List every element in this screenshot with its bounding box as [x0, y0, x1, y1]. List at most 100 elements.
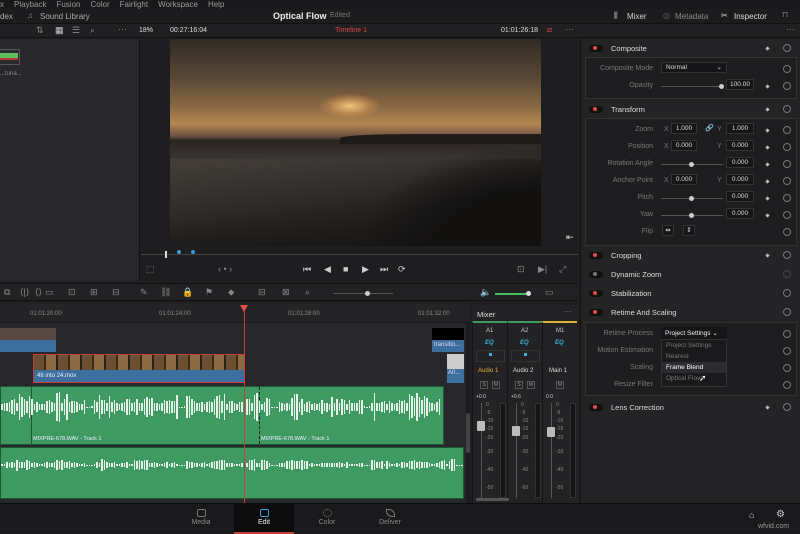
menu-item[interactable]: Fusion	[56, 0, 80, 9]
menu-item[interactable]: Workspace	[158, 0, 198, 9]
zoom-level[interactable]: 18%	[139, 27, 153, 34]
link-icon[interactable]: ⛓	[160, 287, 171, 298]
reset-icon[interactable]	[783, 44, 791, 52]
section-cropping[interactable]: Cropping	[585, 246, 797, 264]
skip-start-icon[interactable]: ⏮	[303, 264, 311, 275]
section-retime[interactable]: Retime And Scaling	[585, 303, 797, 321]
reset-icon[interactable]	[783, 251, 791, 259]
composite-mode-dropdown[interactable]: Normal ⌄	[661, 62, 727, 73]
play-icon[interactable]: ▶	[362, 264, 369, 275]
keyframe-icon[interactable]	[765, 106, 770, 112]
reset-icon[interactable]	[783, 228, 791, 236]
menu-option[interactable]: Optical Flow	[662, 373, 726, 384]
timeline-scrollbar[interactable]	[466, 323, 470, 503]
mixer-button[interactable]: Mixer	[627, 12, 647, 21]
inspector-button[interactable]: Inspector	[734, 12, 767, 21]
pan-control[interactable]	[476, 350, 505, 362]
mute-button[interactable]: M	[527, 381, 535, 389]
pan-control[interactable]	[511, 350, 540, 362]
keyframe-icon[interactable]	[765, 45, 770, 51]
composite-toggle[interactable]	[589, 44, 603, 52]
playhead[interactable]	[244, 305, 245, 503]
page-media[interactable]: Media	[171, 504, 231, 534]
anchor-x-field[interactable]: 0.000	[671, 174, 697, 185]
dynamic-zoom-toggle[interactable]	[589, 270, 603, 278]
volume-slider[interactable]	[495, 293, 527, 295]
solo-button[interactable]: S	[515, 381, 523, 389]
menu-item[interactable]: Help	[208, 0, 224, 9]
zoom-slider[interactable]	[333, 293, 393, 294]
menu-item[interactable]: Fairlight	[120, 0, 148, 9]
opacity-field[interactable]: 100.00	[726, 79, 754, 90]
mute-button[interactable]: M	[556, 381, 564, 389]
stop-icon[interactable]: ■	[343, 264, 348, 274]
reset-icon[interactable]	[783, 270, 791, 278]
next-edit-icon[interactable]: ▶|	[538, 264, 547, 275]
reset-icon[interactable]	[783, 347, 791, 355]
timeline-ruler[interactable]: 01:01:20:00 01:01:24:00 01:01:28:00 01:0…	[0, 303, 470, 323]
menu-item[interactable]: x	[0, 0, 4, 9]
reset-icon[interactable]	[783, 143, 791, 151]
reset-icon[interactable]	[783, 194, 791, 202]
section-stabilization[interactable]: Stabilization	[585, 284, 797, 302]
fullscreen-viewer-icon[interactable]: ⤢	[559, 264, 566, 275]
grid-view-icon[interactable]: ▦	[55, 25, 64, 36]
eq-button[interactable]: EQ	[520, 340, 529, 346]
skip-end-icon[interactable]: ⏭	[380, 264, 388, 275]
menu-option[interactable]: Project Settings	[662, 340, 726, 351]
scrubber-track[interactable]	[141, 254, 578, 255]
overwrite-icon[interactable]: ⊞	[90, 287, 98, 298]
inspector-options-icon[interactable]: ···	[786, 24, 795, 34]
frame-nav-icon[interactable]: ‹ • ›	[218, 264, 232, 274]
zoom-custom-icon[interactable]: ⊠	[282, 287, 290, 298]
eq-button[interactable]: EQ	[555, 340, 564, 346]
zoom-x-field[interactable]: 1.000	[671, 123, 697, 134]
marker-icon[interactable]: ⬥	[228, 287, 234, 298]
mixer-options-icon[interactable]: ···	[564, 307, 572, 316]
viewer-options-icon[interactable]: ···	[565, 24, 574, 34]
mute-button[interactable]: M	[492, 381, 500, 389]
tab-index[interactable]: dex	[0, 12, 13, 21]
audio-clip-name[interactable]: MIXPRE-678.WAV - Track 1	[261, 436, 329, 442]
insert-icon[interactable]: ⊡	[68, 287, 76, 298]
reset-icon[interactable]	[783, 289, 791, 297]
yaw-field[interactable]: 0.000	[726, 208, 754, 219]
page-deliver[interactable]: Deliver	[360, 504, 420, 534]
zoom-y-field[interactable]: 1.000	[726, 123, 754, 134]
viewer-overlay-icon[interactable]: ⬚	[146, 264, 155, 275]
blade-tool-icon[interactable]: ⟨⟩	[35, 287, 42, 298]
section-dynamic-zoom[interactable]: Dynamic Zoom	[585, 265, 797, 283]
lock-icon[interactable]: 🔒	[182, 287, 193, 298]
scrubber-playhead[interactable]	[165, 251, 167, 258]
menu-option[interactable]: Nearest	[662, 351, 726, 362]
list-view-icon[interactable]: ☰	[72, 25, 80, 36]
reset-icon[interactable]	[783, 105, 791, 113]
keyframe-icon[interactable]	[765, 84, 770, 89]
reset-icon[interactable]	[783, 177, 791, 185]
link-icon[interactable]: 🔗	[705, 124, 714, 132]
solo-button[interactable]: S	[480, 381, 488, 389]
cropping-toggle[interactable]	[589, 251, 603, 259]
flag-icon[interactable]: ⚑	[205, 287, 213, 298]
reset-icon[interactable]	[783, 65, 791, 73]
reset-icon[interactable]	[783, 330, 791, 338]
stabilization-toggle[interactable]	[589, 289, 603, 297]
play-reverse-icon[interactable]: ◀	[324, 264, 331, 275]
metadata-button[interactable]: Metadata	[675, 12, 708, 21]
pitch-field[interactable]: 0.000	[726, 191, 754, 202]
search-icon[interactable]: ⌕	[90, 25, 95, 36]
retime-process-dropdown[interactable]: Project Settings ⌄	[661, 327, 727, 339]
volume-icon[interactable]: 🔈	[480, 287, 491, 298]
bypass-icon[interactable]: ⧄	[547, 25, 552, 35]
audio-meter-icon[interactable]: ▭	[545, 287, 554, 298]
menu-item[interactable]: Playback	[14, 0, 46, 9]
retime-toggle[interactable]	[589, 308, 603, 316]
opacity-slider[interactable]	[661, 86, 723, 87]
transform-toggle[interactable]	[589, 105, 603, 113]
timeline-selector[interactable]: Timeline 1	[335, 27, 367, 34]
volume-fader[interactable]	[477, 421, 485, 431]
a0-clip[interactable]: A0...	[447, 354, 464, 383]
rotation-field[interactable]: 0.000	[726, 157, 754, 168]
eq-button[interactable]: EQ	[485, 340, 494, 346]
section-lens-correction[interactable]: Lens Correction	[585, 398, 797, 416]
